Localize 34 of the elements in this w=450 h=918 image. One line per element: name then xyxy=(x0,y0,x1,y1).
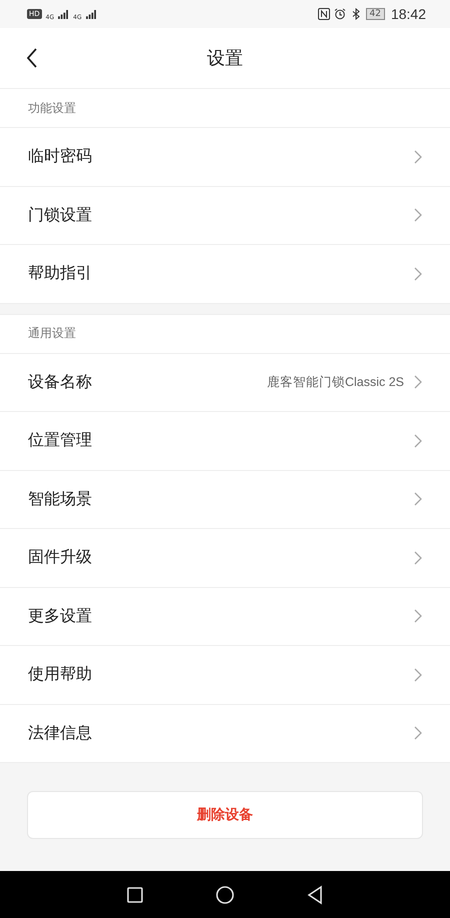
home-icon[interactable] xyxy=(215,884,235,904)
settings-row[interactable]: 临时密码 xyxy=(0,128,450,186)
settings-row[interactable]: 门锁设置 xyxy=(0,186,450,245)
delete-device-button[interactable]: 删除设备 xyxy=(27,791,423,839)
status-time: 18:42 xyxy=(390,6,426,22)
alarm-icon xyxy=(334,8,346,20)
settings-row[interactable]: 法律信息 xyxy=(0,704,450,763)
signal-icon xyxy=(58,10,70,18)
settings-row[interactable]: 更多设置 xyxy=(0,588,450,646)
chevron-icon xyxy=(414,434,422,448)
signal-icon xyxy=(86,10,97,18)
chevron-icon xyxy=(414,150,422,164)
chevron-icon xyxy=(414,550,422,565)
section-title: 通用设置 xyxy=(28,325,76,342)
chevron-icon xyxy=(414,375,422,390)
settings-row[interactable]: 使用帮助 xyxy=(0,646,450,704)
settings-row[interactable]: 帮助指引 xyxy=(0,245,450,304)
back-icon[interactable] xyxy=(26,48,38,68)
chevron-icon xyxy=(414,668,422,682)
chevron-icon xyxy=(414,609,422,624)
chevron-icon xyxy=(414,208,422,222)
battery-indicator: 42 xyxy=(366,8,385,20)
nfc-icon xyxy=(318,8,330,20)
back-nav-icon[interactable] xyxy=(305,884,325,904)
settings-row[interactable]: 设备名称 鹿客智能门锁Classic 2S xyxy=(0,354,450,412)
settings-row[interactable]: 位置管理 xyxy=(0,412,450,470)
chevron-icon xyxy=(414,492,422,506)
section-title: 功能设置 xyxy=(28,100,76,116)
page-title: 设置 xyxy=(207,47,243,70)
chevron-icon xyxy=(414,266,422,281)
recent-apps-icon[interactable] xyxy=(125,884,145,904)
chevron-icon xyxy=(414,726,422,740)
settings-row[interactable]: 智能场景 xyxy=(0,470,450,529)
settings-row[interactable]: 固件升级 xyxy=(0,529,450,588)
